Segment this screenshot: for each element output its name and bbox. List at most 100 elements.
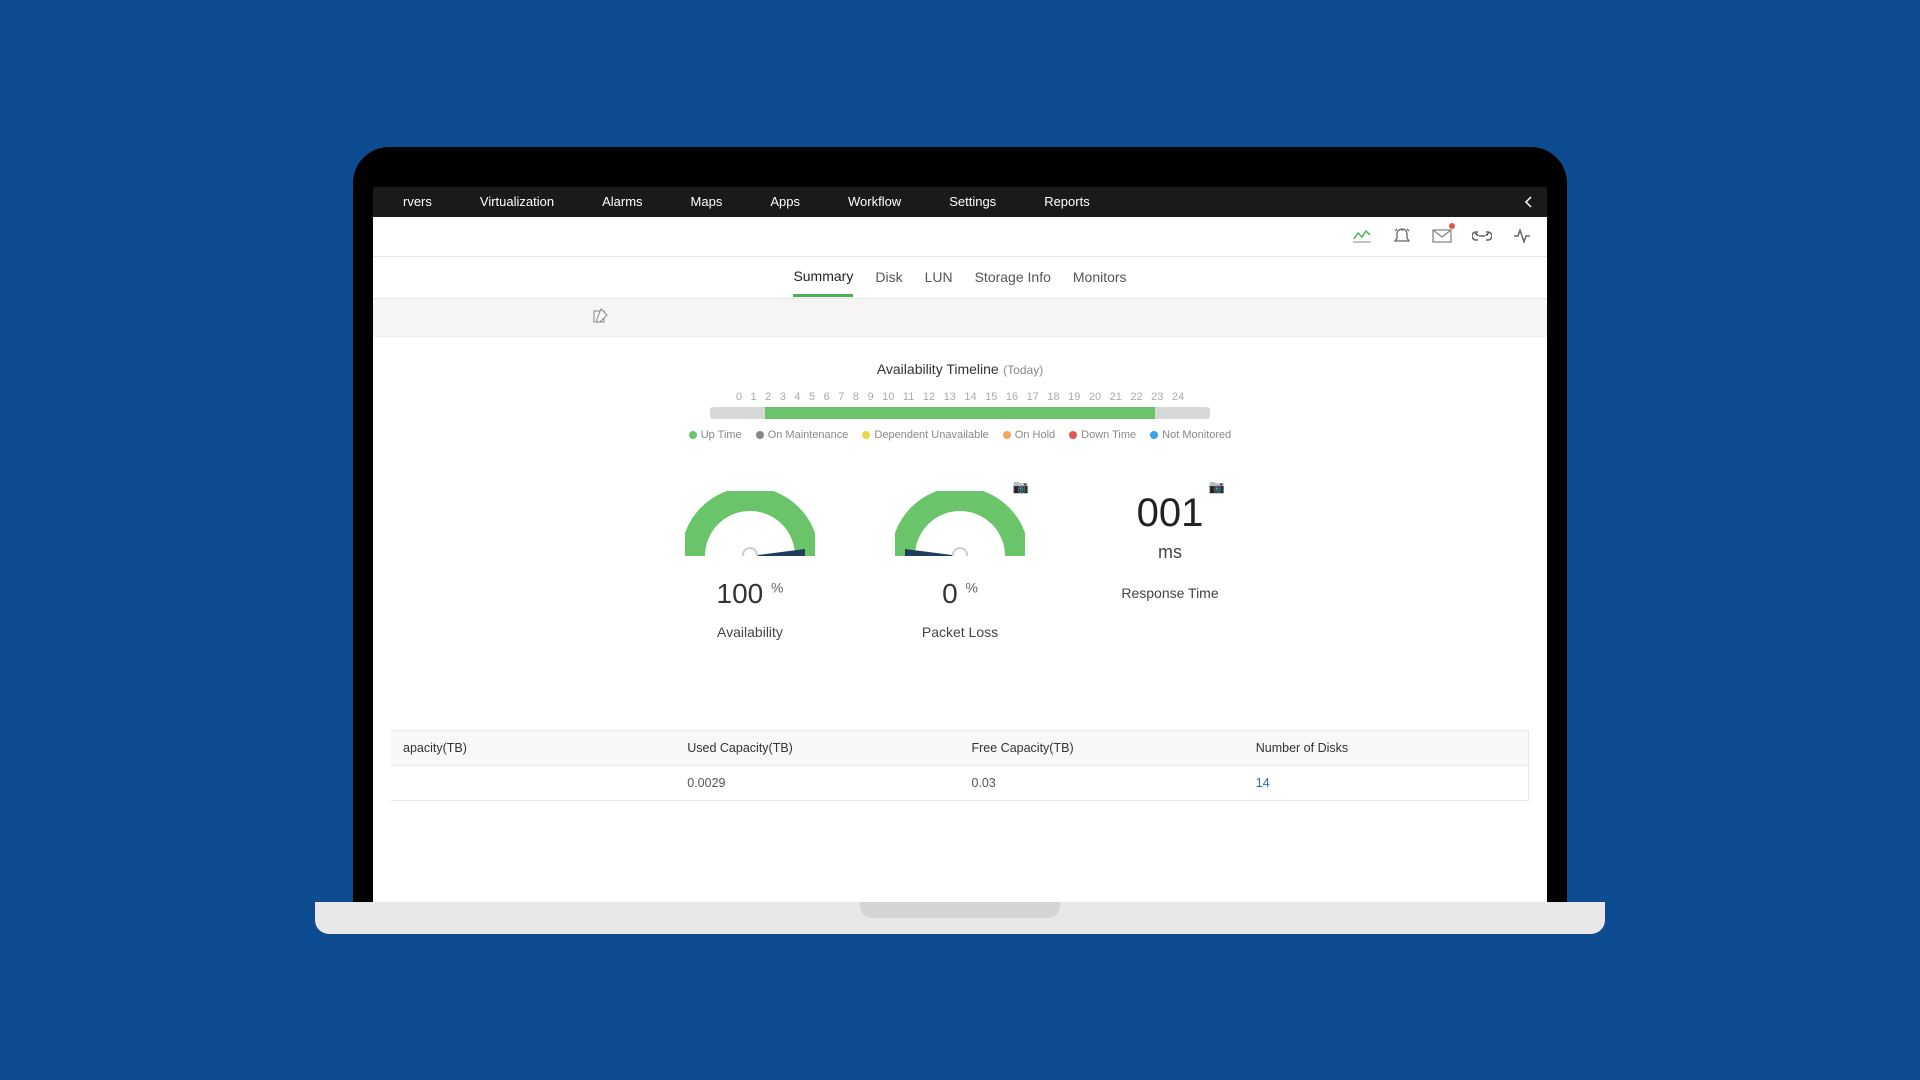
timeline-hour-tick: 7 (838, 391, 844, 403)
legend-label: Down Time (1081, 429, 1136, 441)
edit-icon[interactable] (593, 308, 611, 326)
nav-apps[interactable]: Apps (770, 194, 800, 209)
nav-maps[interactable]: Maps (691, 194, 723, 209)
timeline-hour-tick: 22 (1130, 391, 1142, 403)
legend-label: Dependent Unavailable (874, 429, 988, 441)
nav-alarms[interactable]: Alarms (602, 194, 642, 209)
tab-storage-info[interactable]: Storage Info (975, 259, 1051, 295)
gauge-arc (895, 491, 1025, 556)
timeline-hour-tick: 10 (882, 391, 894, 403)
timeline-bar (710, 407, 1210, 419)
cell-free-capacity: 0.03 (960, 766, 1244, 800)
alert-icon[interactable] (1391, 225, 1413, 247)
timeline-axis: 0123456789101112131415161718192021222324 (710, 391, 1210, 403)
timeline-title: Availability Timeline (877, 361, 999, 377)
legend-label: Not Monitored (1162, 429, 1231, 441)
cell-capacity (391, 766, 675, 800)
gauges-row: 100 % Availability 📷 (373, 491, 1547, 640)
legend-dot (1069, 431, 1077, 439)
timeline-legend: Up Time On Maintenance Dependent Unavailab… (373, 429, 1547, 441)
edit-row (373, 299, 1547, 337)
timeline-hour-tick: 17 (1027, 391, 1039, 403)
timeline-hour-tick: 11 (903, 391, 914, 403)
timeline-hour-tick: 16 (1006, 391, 1018, 403)
nav-workflow[interactable]: Workflow (848, 194, 901, 209)
timeline-hour-tick: 14 (964, 391, 976, 403)
metric-response-time: 📷 001 ms Response Time (1095, 491, 1245, 601)
mail-icon[interactable] (1431, 225, 1453, 247)
gauge-arc (685, 491, 815, 556)
nav-items: rvers Virtualization Alarms Maps Apps Wo… (403, 194, 1090, 209)
sub-tabs: Summary Disk LUN Storage Info Monitors (373, 257, 1547, 299)
cell-used-capacity: 0.0029 (675, 766, 959, 800)
gauge-hub (742, 547, 758, 556)
response-time-value: 001 (1095, 491, 1245, 536)
timeline-hour-tick: 6 (824, 391, 830, 403)
laptop-screen-bezel: rvers Virtualization Alarms Maps Apps Wo… (353, 147, 1567, 902)
timeline-section: Availability Timeline (Today) 0123456789… (373, 337, 1547, 451)
legend-dot (1150, 431, 1158, 439)
timeline-hour-tick: 20 (1089, 391, 1101, 403)
legend-dot (689, 431, 697, 439)
timeline-hour-tick: 4 (794, 391, 800, 403)
timeline-hour-tick: 2 (765, 391, 771, 403)
timeline-hour-tick: 9 (868, 391, 874, 403)
tab-monitors[interactable]: Monitors (1073, 259, 1127, 295)
col-free-capacity: Free Capacity(TB) (960, 731, 1244, 765)
packet-loss-value: 0 % (885, 578, 1035, 610)
timeline-hour-tick: 23 (1151, 391, 1163, 403)
col-capacity: apacity(TB) (391, 731, 675, 765)
laptop-notch (860, 902, 1060, 918)
legend-dot (756, 431, 764, 439)
link-icon[interactable] (1471, 225, 1493, 247)
timeline-title-row: Availability Timeline (Today) (373, 361, 1547, 379)
legend-label: On Hold (1015, 429, 1055, 441)
chart-icon[interactable] (1351, 225, 1373, 247)
availability-value: 100 % (675, 578, 825, 610)
timeline-uptime-fill (765, 407, 1155, 419)
legend-item: On Maintenance (756, 429, 849, 441)
nav-servers[interactable]: rvers (403, 194, 432, 209)
capacity-table: apacity(TB) Used Capacity(TB) Free Capac… (391, 730, 1529, 801)
response-time-label: Response Time (1095, 585, 1245, 601)
laptop-base (315, 902, 1605, 934)
legend-dot (862, 431, 870, 439)
packet-loss-label: Packet Loss (885, 624, 1035, 640)
tab-summary[interactable]: Summary (793, 258, 853, 297)
nav-virtualization[interactable]: Virtualization (480, 194, 554, 209)
nav-settings[interactable]: Settings (949, 194, 996, 209)
availability-label: Availability (675, 624, 825, 640)
laptop-frame: rvers Virtualization Alarms Maps Apps Wo… (353, 147, 1567, 934)
timeline-hour-tick: 5 (809, 391, 815, 403)
cell-num-disks[interactable]: 14 (1244, 766, 1528, 800)
timeline-hour-tick: 15 (985, 391, 997, 403)
response-time-unit: ms (1095, 542, 1245, 563)
activity-icon[interactable] (1511, 225, 1533, 247)
col-used-capacity: Used Capacity(TB) (675, 731, 959, 765)
legend-item: On Hold (1003, 429, 1055, 441)
table-header-row: apacity(TB) Used Capacity(TB) Free Capac… (391, 731, 1528, 766)
tab-disk[interactable]: Disk (875, 259, 902, 295)
gauge-availability: 100 % Availability (675, 491, 825, 640)
timeline-hour-tick: 13 (944, 391, 956, 403)
legend-label: On Maintenance (768, 429, 849, 441)
snapshot-icon[interactable]: 📷 (1209, 479, 1225, 495)
timeline-hour-tick: 18 (1047, 391, 1059, 403)
timeline-hour-tick: 8 (853, 391, 859, 403)
gauge-packet-loss: 📷 0 % Packet Loss (885, 491, 1035, 640)
legend-item: Down Time (1069, 429, 1136, 441)
nav-reports[interactable]: Reports (1044, 194, 1090, 209)
timeline-hour-tick: 3 (780, 391, 786, 403)
legend-dot (1003, 431, 1011, 439)
timeline-hour-tick: 19 (1068, 391, 1080, 403)
col-num-disks: Number of Disks (1244, 731, 1528, 765)
legend-item: Not Monitored (1150, 429, 1231, 441)
timeline-hour-tick: 24 (1172, 391, 1184, 403)
gauge-hub (952, 547, 968, 556)
tab-lun[interactable]: LUN (925, 259, 953, 295)
legend-label: Up Time (701, 429, 742, 441)
top-nav: rvers Virtualization Alarms Maps Apps Wo… (373, 187, 1547, 217)
nav-back-button[interactable] (1523, 187, 1535, 217)
timeline-hour-tick: 0 (736, 391, 742, 403)
legend-item: Up Time (689, 429, 742, 441)
